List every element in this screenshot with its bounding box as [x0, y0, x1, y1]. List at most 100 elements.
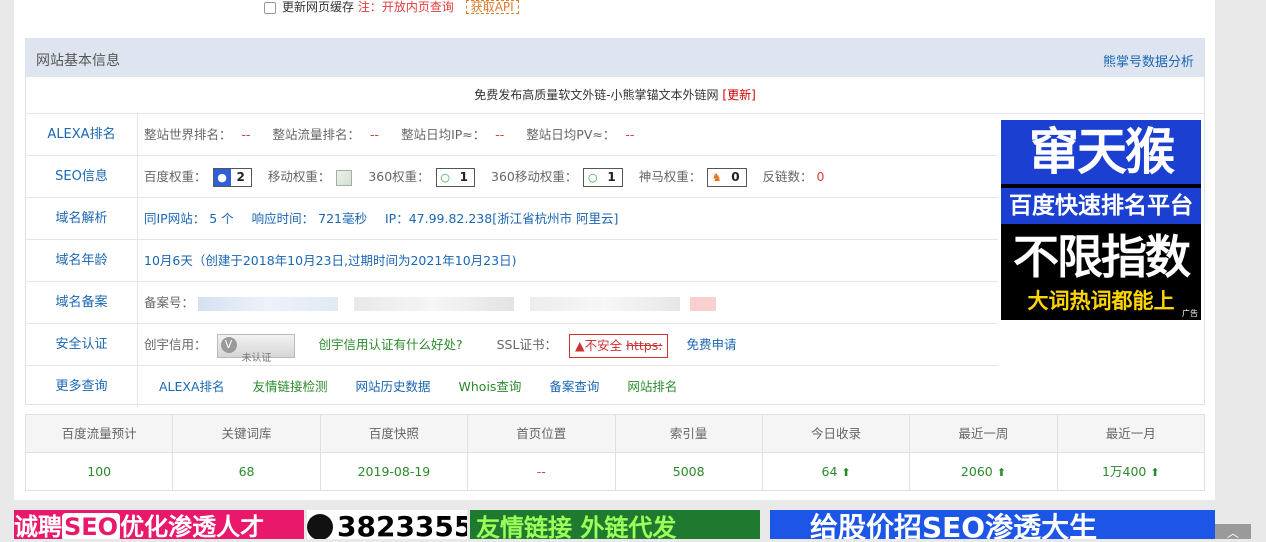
ssl-status-badge[interactable]: ▲不安全 https:	[568, 333, 669, 358]
age-row: 域名年龄 10月6天（创建于2018年10月23日,过期时间为2021年10月2…	[26, 240, 998, 282]
shenma-weight-label: 神马权重：	[638, 169, 702, 184]
so360-icon: ○	[440, 171, 450, 184]
page-content: 更新网页缓存 注：开放内页查询 获取API 网站基本信息 熊掌号数据分析 免费发…	[14, 0, 1215, 500]
side-ad-banner[interactable]: 窜天猴 百度快速排名平台 不限指数 大词热词都能上 广告	[1001, 120, 1201, 320]
more-link-beian[interactable]: 备案查询	[549, 379, 599, 394]
so360-weight-label: 360权重：	[368, 169, 430, 184]
stats-header: 今日收录	[763, 415, 911, 452]
banner-text: 给股价招SEO渗透大生	[810, 511, 1098, 539]
stats-value-month[interactable]: 1万400 ⬆	[1058, 453, 1204, 490]
security-values: 创宇信用： V 未认证 创宇信用认证有什么好处? SSL证书： ▲不安全 http…	[144, 324, 736, 365]
panel-title: 网站基本信息	[36, 53, 120, 69]
warning-icon: ▲	[574, 337, 585, 353]
stats-value-snapshot[interactable]: 2019-08-19	[321, 453, 469, 490]
seo-ad-banner[interactable]: 给股价招SEO渗透大生	[770, 510, 1215, 539]
baidu-paw-icon: ●	[213, 169, 231, 186]
credit-badge[interactable]: V 未认证	[216, 333, 295, 364]
ad-line-1: 窜天猴	[1001, 120, 1201, 184]
stats-value-week[interactable]: 2060 ⬆	[910, 453, 1058, 490]
more-link-history[interactable]: 网站历史数据	[356, 379, 431, 394]
seo-values: 百度权重： ● 2 移动权重： 360权重： ○ 1 360移动权重： ○ 1 神马权…	[144, 156, 825, 197]
stats-value-today[interactable]: 64 ⬆	[763, 453, 911, 490]
stats-value: 5008	[672, 464, 705, 479]
more-row: 更多查询 ALEXA排名 友情链接检测 网站历史数据 Whois查询 备案查询 …	[26, 366, 998, 407]
ip-location[interactable]: IP：47.99.82.238[浙江省杭州市 阿里云]	[385, 211, 618, 226]
stats-header: 首页位置	[468, 415, 616, 452]
age-value: 10月6天（创建于2018年10月23日,过期时间为2021年10月23日)	[144, 253, 517, 268]
back-to-top-button[interactable]: ︿	[1215, 524, 1251, 540]
chevron-up-icon: ︿	[1226, 526, 1239, 540]
friendlink-ad-banner[interactable]: 友情链接 外链代发	[470, 510, 760, 539]
ssl-protocol: https:	[626, 337, 663, 353]
seo-row: SEO信息 百度权重： ● 2 移动权重： 360权重： ○ 1 360移动权重： …	[26, 156, 998, 198]
beian-label[interactable]: 域名备案	[26, 282, 138, 323]
more-label[interactable]: 更多查询	[26, 366, 138, 407]
redacted-beian-date	[529, 296, 680, 311]
qq-number: 3823355	[337, 510, 467, 539]
so360-mobile-icon: ○	[588, 171, 598, 184]
stats-value: 64	[821, 464, 838, 479]
traffic-rank-label: 整站流量排名：	[272, 127, 361, 142]
world-rank-value: --	[241, 127, 251, 142]
cache-bar: 更新网页缓存 注：开放内页查询 获取API	[264, 0, 519, 16]
stats-header-row: 百度流量预计 关键词库 百度快照 首页位置 索引量 今日收录 最近一周 最近一月	[26, 415, 1204, 453]
security-label[interactable]: 安全认证	[26, 324, 138, 365]
stats-value-keywords[interactable]: 68	[173, 453, 321, 490]
backlinks-label: 反链数：	[762, 169, 813, 184]
promo-link[interactable]: 免费发布高质量软文外链-小熊掌锚文本外链网	[474, 88, 718, 102]
up-arrow-icon: ⬆	[996, 466, 1006, 479]
beian-number-label: 备案号：	[144, 295, 195, 310]
credit-benefit-link[interactable]: 创宇信用认证有什么好处?	[318, 337, 462, 352]
promo-update-link[interactable]: [更新]	[722, 88, 755, 102]
daily-pv-value: --	[625, 127, 635, 142]
cache-checkbox-label: 更新网页缓存	[282, 0, 355, 14]
site-info-panel: 网站基本信息 熊掌号数据分析 免费发布高质量软文外链-小熊掌锚文本外链网 [更新…	[25, 38, 1205, 407]
stats-value-index[interactable]: 5008	[616, 453, 763, 490]
response-time-value: 721毫秒	[318, 211, 367, 226]
so360m-weight-badge[interactable]: ○ 1	[583, 168, 623, 187]
age-label[interactable]: 域名年龄	[26, 240, 138, 281]
stats-header: 关键词库	[173, 415, 321, 452]
stats-header: 百度快照	[321, 415, 469, 452]
more-links: ALEXA排名 友情链接检测 网站历史数据 Whois查询 备案查询 网站排名	[159, 366, 701, 407]
more-link-friendlinks[interactable]: 友情链接检测	[253, 379, 328, 394]
recruit-ad-banner[interactable]: 诚聘SEO优化渗透人才	[14, 510, 304, 539]
banner-text: 友情链接 外链代发	[476, 514, 677, 539]
stats-header: 索引量	[616, 415, 763, 452]
xiongzhang-analysis-link[interactable]: 熊掌号数据分析	[1103, 51, 1194, 70]
get-api-button[interactable]: 获取API	[465, 0, 519, 14]
stats-value-traffic[interactable]: 100	[26, 453, 174, 490]
security-row: 安全认证 创宇信用： V 未认证 创宇信用认证有什么好处? SSL证书： ▲不安全…	[26, 324, 998, 366]
redacted-beian-flag	[689, 296, 716, 311]
beian-row: 域名备案 备案号：	[26, 282, 998, 324]
daily-ip-label: 整站日均IP≈：	[401, 127, 486, 142]
stats-value: 100	[87, 464, 112, 479]
ssl-apply-link[interactable]: 免费申请	[686, 337, 736, 352]
dns-label[interactable]: 域名解析	[26, 198, 138, 239]
qq-ad-banner[interactable]: 3823355	[307, 510, 467, 539]
cache-checkbox[interactable]	[264, 1, 276, 14]
seo-label[interactable]: SEO信息	[26, 156, 138, 197]
daily-pv-label: 整站日均PV≈：	[526, 127, 616, 142]
same-ip-value[interactable]: 5 个	[209, 211, 233, 226]
backlinks-value[interactable]: 0	[817, 169, 825, 184]
verify-v-icon: V	[220, 336, 237, 353]
up-arrow-icon: ⬆	[841, 466, 851, 479]
baidu-weight-label: 百度权重：	[144, 169, 207, 184]
ad-line-3: 不限指数	[1013, 230, 1191, 284]
qq-penguin-icon	[307, 514, 333, 539]
stats-header: 最近一月	[1105, 426, 1156, 441]
stats-value-homepage: --	[468, 453, 616, 490]
baidu-weight-value: 2	[236, 170, 245, 184]
baidu-weight-badge[interactable]: ● 2	[212, 168, 252, 187]
banner-text: 诚聘	[14, 513, 62, 539]
so360-weight-badge[interactable]: ○ 1	[435, 168, 476, 187]
alexa-label[interactable]: ALEXA排名	[26, 114, 138, 155]
promo-row: 免费发布高质量软文外链-小熊掌锚文本外链网 [更新]	[26, 77, 1204, 114]
more-link-alexa[interactable]: ALEXA排名	[159, 379, 225, 394]
more-link-whois[interactable]: Whois查询	[459, 379, 522, 394]
alexa-row: ALEXA排名 整站世界排名： -- 整站流量排名： -- 整站日均IP≈： -- 整…	[26, 114, 998, 156]
shenma-weight-badge[interactable]: ♞ 0	[707, 168, 747, 187]
more-link-rank[interactable]: 网站排名	[627, 379, 677, 394]
ad-line-2: 百度快速排名平台	[1001, 188, 1201, 224]
